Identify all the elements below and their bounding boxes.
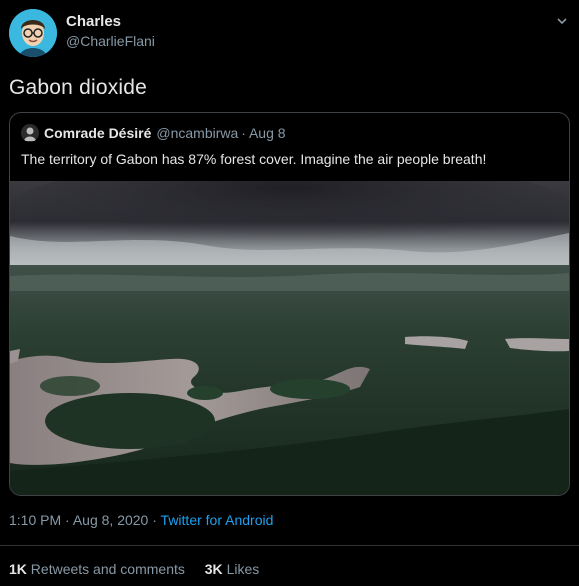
tweet-stats: 1K Retweets and comments 3K Likes xyxy=(9,561,275,577)
quoted-author-handle: @ncambirwa xyxy=(156,125,239,141)
retweets-count: 1K xyxy=(9,561,27,577)
meta-separator: · xyxy=(65,512,70,528)
meta-separator: · xyxy=(152,512,157,528)
likes-stat[interactable]: 3K Likes xyxy=(205,561,259,577)
quoted-tweet-header: Comrade Désiré @ncambirwa · Aug 8 xyxy=(21,124,286,142)
quoted-author-avatar xyxy=(21,124,39,142)
tweet-time: 1:10 PM xyxy=(9,512,62,528)
chevron-down-icon[interactable] xyxy=(555,14,569,28)
tweet-meta: 1:10 PM · Aug 8, 2020 · Twitter for Andr… xyxy=(9,512,273,528)
quoted-separator: · xyxy=(241,125,246,141)
quoted-date: Aug 8 xyxy=(248,125,286,141)
likes-count: 3K xyxy=(204,561,223,577)
retweets-label: Retweets and comments xyxy=(30,561,185,577)
author-name[interactable]: Charles xyxy=(66,13,121,30)
likes-label: Likes xyxy=(226,561,260,577)
author-handle[interactable]: @CharlieFlani xyxy=(66,33,155,49)
author-avatar[interactable] xyxy=(9,9,57,57)
forest-river-photo[interactable] xyxy=(10,161,569,495)
quoted-tweet-card[interactable]: Comrade Désiré @ncambirwa · Aug 8 The te… xyxy=(9,112,570,496)
tweet-date: Aug 8, 2020 xyxy=(72,512,149,528)
quoted-tweet-text: The territory of Gabon has 87% forest co… xyxy=(21,151,487,167)
divider xyxy=(0,545,579,546)
retweets-stat[interactable]: 1K Retweets and comments xyxy=(9,561,185,577)
tweet-source-link[interactable]: Twitter for Android xyxy=(161,512,274,528)
quoted-author-name: Comrade Désiré xyxy=(44,125,152,141)
tweet-text: Gabon dioxide xyxy=(9,76,148,99)
